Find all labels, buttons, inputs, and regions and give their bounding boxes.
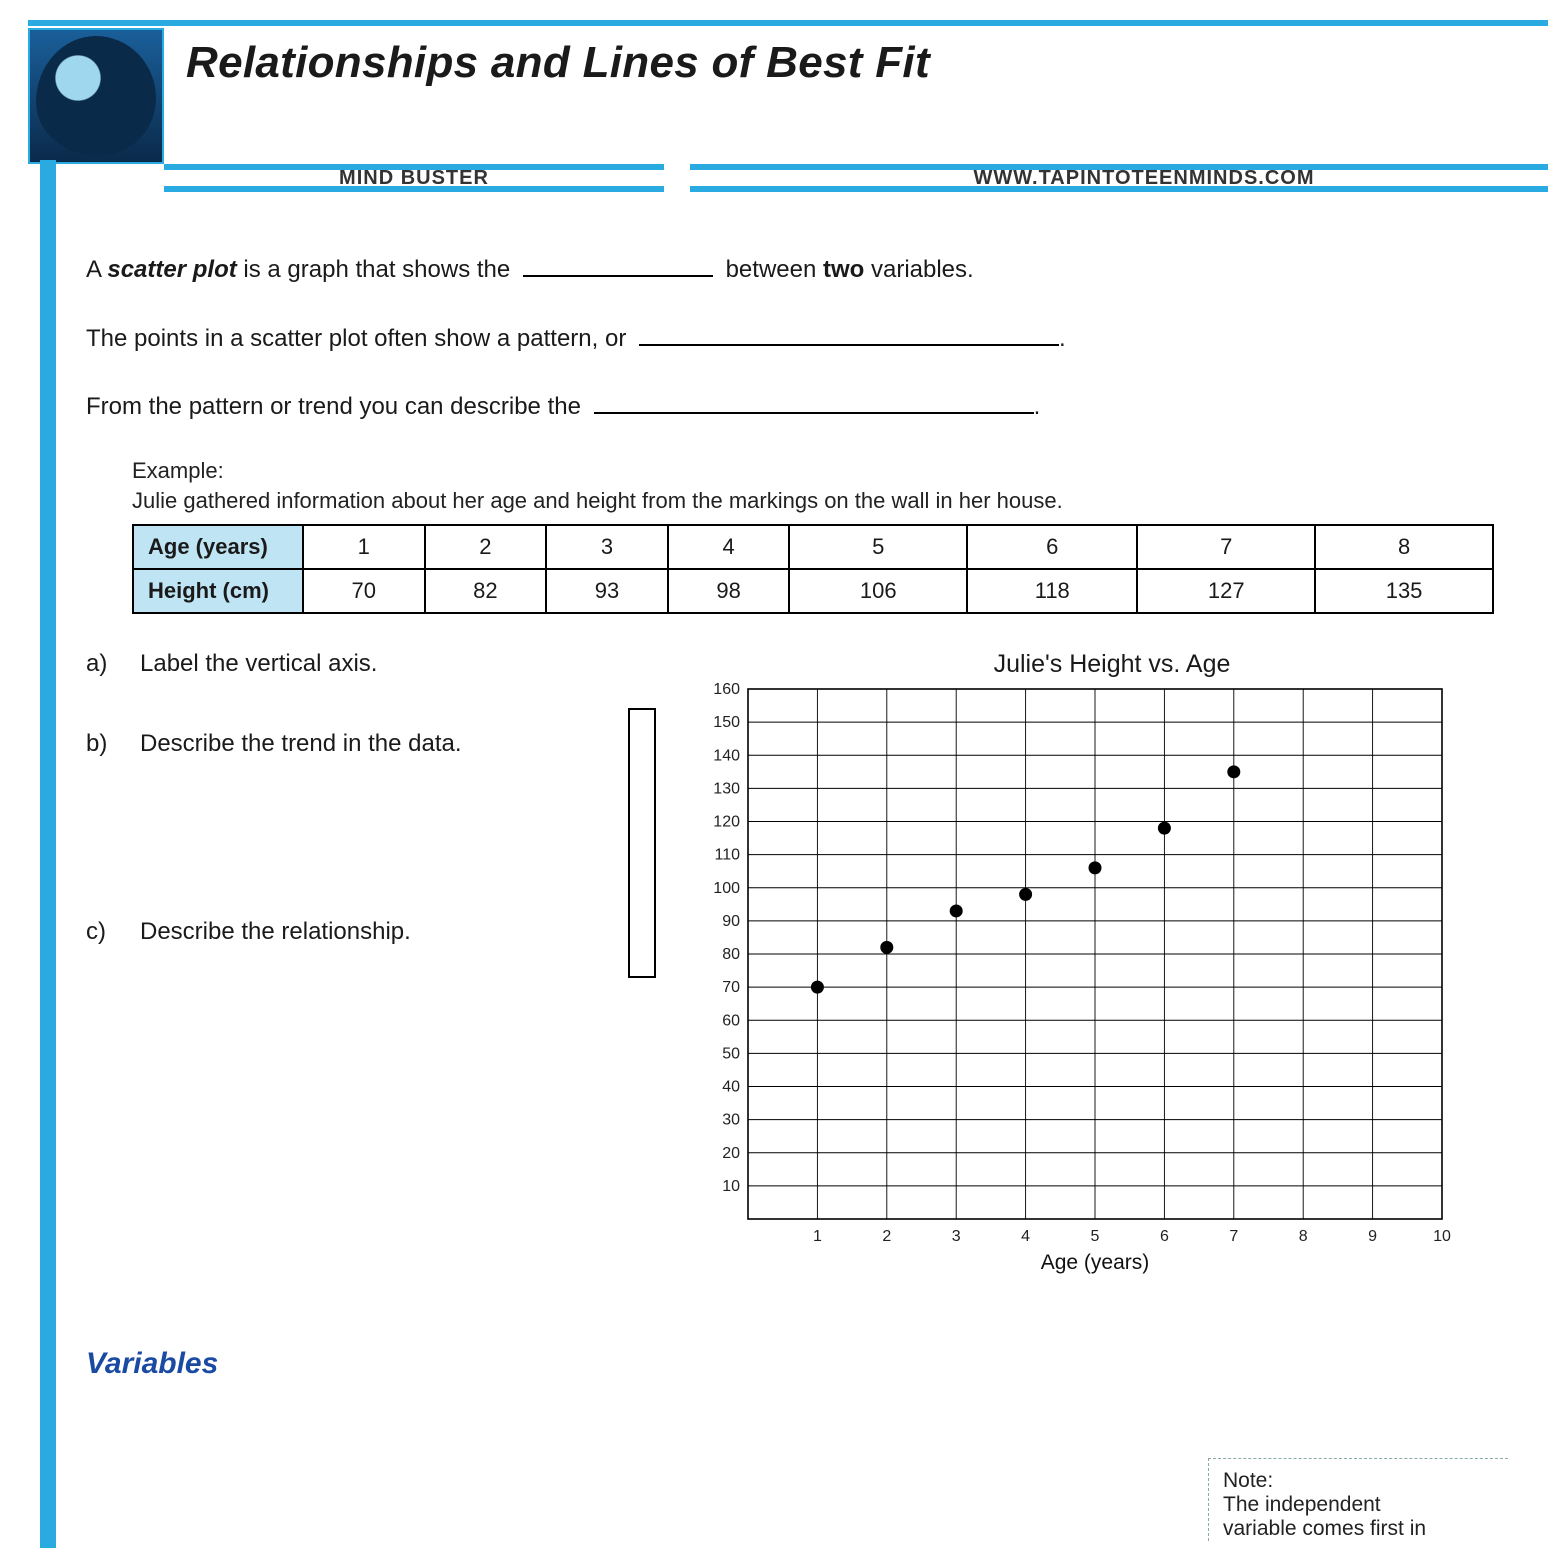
q-text: Label the vertical axis. <box>140 650 377 678</box>
term-two: two <box>823 256 864 283</box>
cell: 93 <box>546 569 668 613</box>
note-label: Note: <box>1223 1469 1508 1493</box>
svg-text:1: 1 <box>813 1228 822 1245</box>
note-text: variable comes first in <box>1223 1517 1508 1541</box>
text: is a graph that shows the <box>237 256 517 283</box>
svg-text:2: 2 <box>882 1228 891 1245</box>
note-box: Note: The independent variable comes fir… <box>1208 1458 1508 1541</box>
svg-text:110: 110 <box>714 846 740 863</box>
svg-text:40: 40 <box>722 1078 740 1095</box>
example-label: Example: <box>132 458 1508 484</box>
fill-blank[interactable] <box>594 389 1034 414</box>
q-label: a) <box>86 650 140 678</box>
q-label: c) <box>86 918 140 946</box>
content: A scatter plot is a graph that shows the… <box>86 252 1508 1381</box>
cell: 5 <box>789 525 967 569</box>
cell: 135 <box>1315 569 1493 613</box>
top-accent-bar <box>28 20 1548 26</box>
svg-text:20: 20 <box>722 1144 740 1161</box>
cell: 70 <box>303 569 425 613</box>
intro-text: A scatter plot is a graph that shows the… <box>86 252 1508 424</box>
q-label: b) <box>86 730 140 758</box>
row-header-height: Height (cm) <box>133 569 303 613</box>
question-b: b)Describe the trend in the data. <box>86 730 676 758</box>
text: From the pattern or trend you can descri… <box>86 393 588 420</box>
svg-text:120: 120 <box>713 813 740 830</box>
brain-head-icon <box>36 36 156 156</box>
table-row: Height (cm) 70 82 93 98 106 118 127 135 <box>133 569 1493 613</box>
example-description: Julie gathered information about her age… <box>132 488 1508 514</box>
svg-text:4: 4 <box>1021 1228 1030 1245</box>
svg-text:30: 30 <box>722 1111 740 1128</box>
svg-text:160: 160 <box>713 683 740 698</box>
cell: 1 <box>303 525 425 569</box>
text: The points in a scatter plot often show … <box>86 325 633 352</box>
data-table: Age (years) 1 2 3 4 5 6 7 8 Height (cm) … <box>132 524 1494 614</box>
note-text: The independent <box>1223 1493 1508 1517</box>
svg-text:80: 80 <box>722 946 740 963</box>
text: between <box>719 256 823 283</box>
svg-text:5: 5 <box>1091 1228 1100 1245</box>
svg-text:7: 7 <box>1229 1228 1238 1245</box>
scatter-plot: 1020304050607080901001101201301401501601… <box>692 683 1452 1283</box>
cell: 7 <box>1137 525 1315 569</box>
term-scatter-plot: scatter plot <box>107 256 236 283</box>
text: . <box>1034 393 1041 420</box>
question-a: a)Label the vertical axis. <box>86 650 676 678</box>
cell: 98 <box>668 569 790 613</box>
fill-blank[interactable] <box>523 252 713 277</box>
svg-text:60: 60 <box>722 1012 740 1029</box>
cell: 4 <box>668 525 790 569</box>
subtitle-mind-buster: MIND BUSTER <box>164 164 664 192</box>
q-text: Describe the trend in the data. <box>140 730 462 758</box>
row-header-age: Age (years) <box>133 525 303 569</box>
cell: 118 <box>967 569 1137 613</box>
svg-text:90: 90 <box>722 913 740 930</box>
svg-text:50: 50 <box>722 1045 740 1062</box>
questions: a)Label the vertical axis. b)Describe th… <box>86 650 676 1283</box>
subtitle-url: WWW.TAPINTOTEENMINDS.COM <box>690 164 1548 192</box>
fill-blank[interactable] <box>639 321 1059 346</box>
cell: 2 <box>425 525 547 569</box>
svg-text:9: 9 <box>1368 1228 1377 1245</box>
svg-text:150: 150 <box>713 714 740 731</box>
header: Relationships and Lines of Best Fit MIND… <box>0 0 1548 192</box>
chart-title: Julie's Height vs. Age <box>716 650 1508 679</box>
svg-text:10: 10 <box>1433 1228 1451 1245</box>
svg-text:3: 3 <box>952 1228 961 1245</box>
text: A <box>86 256 107 283</box>
svg-text:6: 6 <box>1160 1228 1169 1245</box>
text: variables. <box>864 256 973 283</box>
svg-text:10: 10 <box>722 1178 740 1195</box>
variables-heading: Variables <box>86 1347 1508 1381</box>
left-accent-bar <box>40 160 56 1548</box>
svg-text:70: 70 <box>722 979 740 996</box>
y-axis-label-blank[interactable] <box>628 708 656 978</box>
cell: 106 <box>789 569 967 613</box>
page-title: Relationships and Lines of Best Fit <box>164 28 930 100</box>
svg-text:8: 8 <box>1299 1228 1308 1245</box>
question-c: c)Describe the relationship. <box>86 918 676 946</box>
cell: 82 <box>425 569 547 613</box>
svg-text:140: 140 <box>713 747 740 764</box>
cell: 8 <box>1315 525 1493 569</box>
logo <box>28 28 164 164</box>
svg-text:Age (years): Age (years) <box>1041 1251 1150 1274</box>
table-row: Age (years) 1 2 3 4 5 6 7 8 <box>133 525 1493 569</box>
text: . <box>1059 325 1066 352</box>
cell: 127 <box>1137 569 1315 613</box>
cell: 6 <box>967 525 1137 569</box>
cell: 3 <box>546 525 668 569</box>
svg-text:130: 130 <box>713 780 740 797</box>
svg-text:100: 100 <box>713 879 740 896</box>
chart: Julie's Height vs. Age 10 20 30 40 50 60 70 80 9… <box>676 650 1508 1283</box>
q-text: Describe the relationship. <box>140 918 411 946</box>
